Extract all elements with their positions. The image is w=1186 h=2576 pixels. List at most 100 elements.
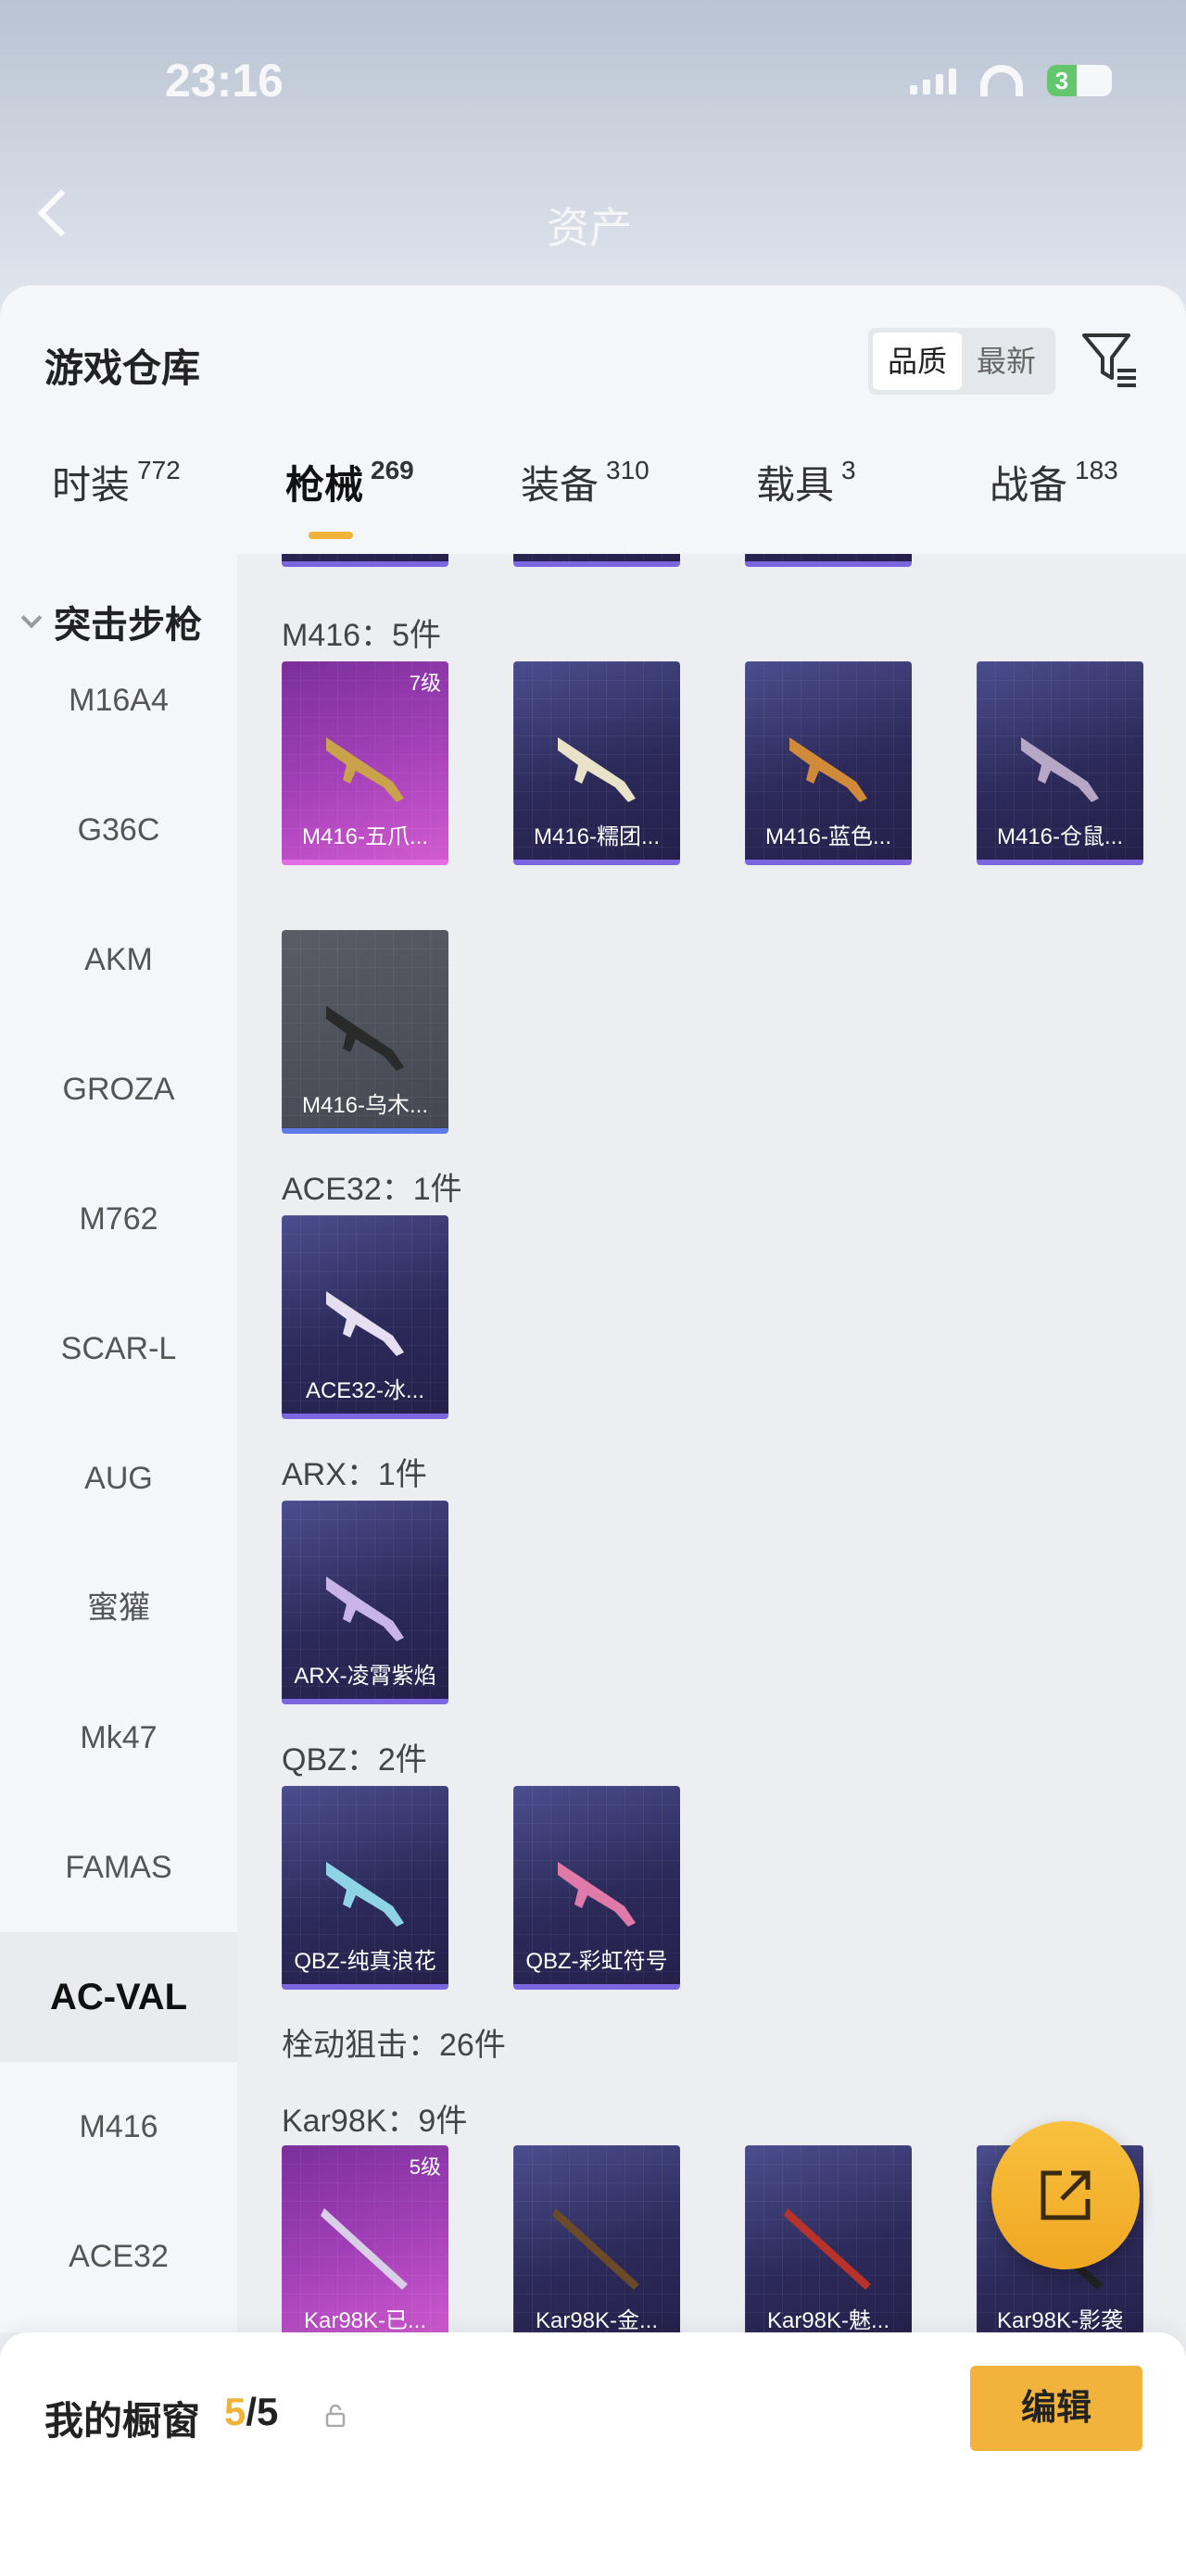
filter-icon[interactable] [1080,330,1140,389]
sort-newest-button[interactable]: 最新 [962,333,1051,390]
edit-button[interactable]: 编辑 [970,2366,1142,2451]
sidebar-item-aug[interactable]: AUG [0,1414,237,1543]
skin-level: 7级 [409,672,441,695]
showcase-title: 我的橱窗 [44,2399,201,2443]
tab-label: 载具 [756,463,835,507]
status-time: 23:16 [165,55,284,107]
rifle-icon [1021,737,1099,802]
tab-label: 装备 [521,463,599,507]
showcase-current: 5 [224,2390,246,2433]
status-icons: 3 [910,65,1112,96]
cellular-signal-icon [910,67,956,94]
sidebar-item-akm[interactable]: AKM [0,895,237,1024]
skin-name: M416-糯团... [533,824,661,849]
tab-count: 183 [1075,456,1118,484]
sidebar-item-m16a4[interactable]: M16A4 [0,635,237,765]
chevron-down-icon [20,607,43,629]
wifi-icon [980,65,1023,96]
tab-count: 3 [841,456,856,484]
sidebar-item-mk47[interactable]: Mk47 [0,1673,237,1803]
tab-fashion[interactable]: 时装 772 [52,454,181,510]
sidebar-item-ac-val[interactable]: AC-VAL [0,1932,237,2062]
skin-card-m416-1[interactable]: 7级 M416-五爪... [282,661,448,865]
battery-icon: 3 [1047,65,1112,96]
showcase-count: 5/5 [224,2390,278,2434]
sidebar-item-famas[interactable]: FAMAS [0,1803,237,1932]
rifle-icon [558,737,636,802]
skin-name: Kar98K-魅... [766,2308,890,2332]
skin-card-ace32-1[interactable]: ACE32-冰... [282,1215,448,1419]
sidebar-item-ace32[interactable]: ACE32 [0,2192,237,2321]
sniper-rifle-icon [784,2208,871,2290]
rifle-icon [326,1006,404,1071]
battery-level: 3 [1047,65,1077,96]
group-label-bolt-action: 栓动狙击：26件 [282,2028,506,2063]
skin-card-qbz-1[interactable]: QBZ-纯真浪花 [282,1786,448,1990]
group-label-kar98k: Kar98K：9件 [282,2104,468,2139]
sidebar-item-m762[interactable]: M762 [0,1154,237,1284]
skin-card-qbz-2[interactable]: QBZ-彩虹符号 [513,1786,680,1990]
sidebar-item-honey-badger[interactable]: 蜜獾 [0,1543,237,1673]
skin-card-m416-3[interactable]: M416-蓝色... [745,661,912,865]
warehouse-title: 游戏仓库 [44,346,201,390]
skin-card-m416-2[interactable]: M416-糯团... [513,661,680,865]
group-label-ace32: ACE32：1件 [282,1172,462,1207]
skin-name: ARX-凌霄紫焰 [294,1664,436,1689]
tab-label: 枪械 [285,463,364,507]
skin-name: M416-乌木... [301,1093,429,1118]
active-tab-indicator [309,532,353,539]
rifle-icon [789,737,867,802]
group-label-arx: ARX：1件 [282,1457,427,1492]
skin-name: Kar98K-金... [535,2308,659,2332]
skin-name: QBZ-彩虹符号 [525,1949,668,1974]
skin-name: ACE32-冰... [305,1378,425,1403]
skin-level: 5级 [409,2155,441,2179]
weapon-grid: M416：5件 7级 M416-五爪... M416-糯团... M416-蓝色… [237,554,1186,2332]
skin-card-arx-1[interactable]: ARX-凌霄紫焰 [282,1501,448,1704]
rifle-icon [558,1862,636,1927]
tab-count: 269 [371,456,414,484]
tab-equipment[interactable]: 装备 310 [521,454,650,510]
skin-card-kar98k-2[interactable]: Kar98K-金... [513,2145,680,2332]
rifle-icon [326,1291,404,1356]
back-arrow-icon[interactable] [37,189,85,237]
tab-label: 时装 [52,463,131,507]
tab-vehicles[interactable]: 载具 3 [756,454,856,510]
skin-card-m416-5[interactable]: M416-乌木... [282,930,448,1134]
sidebar-item-scar-l[interactable]: SCAR-L [0,1284,237,1414]
tab-count: 772 [137,456,181,484]
sheet-header: 游戏仓库 品质 最新 时装 772 枪械 269 装备 310 载具 3 战备 … [0,285,1186,554]
skin-card-kar98k-3[interactable]: Kar98K-魅... [745,2145,912,2332]
weapon-sidebar: 突击步枪 M16A4 G36C AKM GROZA M762 SCAR-L AU… [0,554,237,2332]
skin-name: Kar98K-影袭 [996,2308,1124,2332]
category-tabs: 时装 772 枪械 269 装备 310 载具 3 战备 183 [0,454,1186,547]
tab-label: 战备 [990,463,1068,507]
tab-supplies[interactable]: 战备 183 [990,454,1118,510]
skin-card[interactable] [282,554,448,567]
skin-card[interactable] [513,554,680,567]
showcase-total: /5 [246,2390,279,2433]
tab-guns[interactable]: 枪械 269 [285,454,414,510]
share-button[interactable] [991,2121,1140,2269]
rifle-icon [326,1862,404,1927]
sniper-rifle-icon [552,2208,639,2290]
sidebar-item-g36c[interactable]: G36C [0,765,237,895]
group-label-qbz: QBZ：2件 [282,1742,427,1778]
skin-card-m416-4[interactable]: M416-仓鼠... [977,661,1143,865]
skin-card[interactable] [745,554,912,567]
skin-name: M416-蓝色... [764,824,892,849]
skin-name: M416-仓鼠... [996,824,1124,849]
sort-toggle: 品质 最新 [868,328,1055,395]
share-external-icon [1041,2170,1091,2220]
skin-card-kar98k-1[interactable]: 5级 Kar98K-已... [282,2145,448,2332]
skin-name: QBZ-纯真浪花 [294,1949,436,1974]
sniper-rifle-icon [321,2208,408,2290]
showcase-bar: 我的橱窗 5/5 编辑 [0,2332,1186,2576]
rifle-icon [326,737,404,802]
skin-name: M416-五爪... [301,824,429,849]
lock-icon [325,2405,346,2427]
sidebar-item-groza[interactable]: GROZA [0,1024,237,1154]
skin-name: Kar98K-已... [303,2308,427,2332]
sidebar-item-m416[interactable]: M416 [0,2062,237,2192]
sort-quality-button[interactable]: 品质 [873,333,962,390]
